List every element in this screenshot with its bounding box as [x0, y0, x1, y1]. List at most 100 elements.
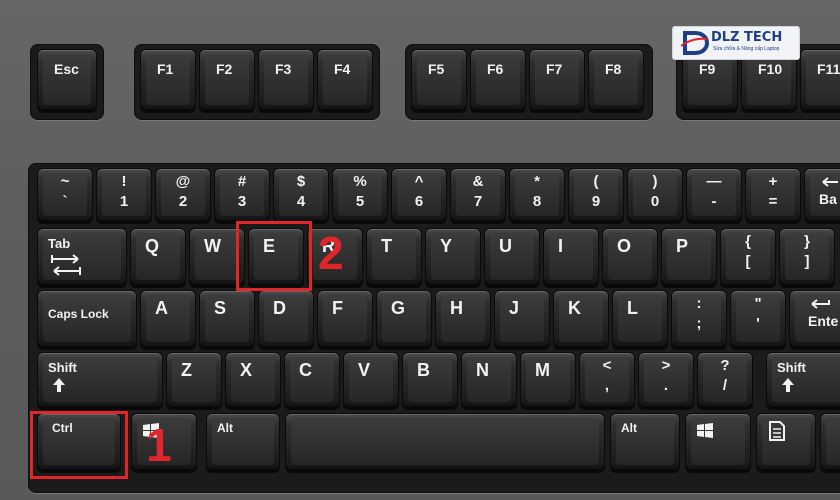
- key-8[interactable]: * 8: [509, 168, 565, 224]
- key-2[interactable]: @2: [155, 168, 211, 224]
- key-w-label: W: [204, 236, 221, 256]
- key-k-label: K: [568, 298, 581, 318]
- key-period-top: >: [661, 357, 671, 374]
- key-slash[interactable]: ? /: [697, 352, 753, 410]
- key-q[interactable]: Q: [130, 228, 186, 288]
- key-i[interactable]: I: [543, 228, 599, 288]
- key-g[interactable]: G: [376, 290, 432, 350]
- key-p[interactable]: P: [661, 228, 717, 288]
- key-esc[interactable]: Esc: [37, 49, 97, 113]
- key-z[interactable]: Z: [166, 352, 222, 410]
- key-a[interactable]: A: [140, 290, 196, 350]
- key-equals[interactable]: + =: [745, 168, 801, 224]
- key-8-top: *: [534, 173, 540, 190]
- key-v[interactable]: V: [343, 352, 399, 410]
- key-f4[interactable]: F4: [317, 49, 373, 113]
- key-0[interactable]: ) 0: [627, 168, 683, 224]
- logo-brand-text: DLZ TECH: [711, 30, 783, 45]
- key-left-shift-label: Shift: [48, 360, 77, 375]
- key-f6-label: F6: [487, 61, 504, 77]
- key-f11[interactable]: F11: [800, 49, 840, 113]
- key-6[interactable]: ^ 6: [391, 168, 447, 224]
- key-o[interactable]: O: [602, 228, 658, 288]
- key-right-ctrl[interactable]: [820, 413, 840, 473]
- key-j-label: J: [509, 298, 520, 318]
- key-backspace[interactable]: Ba: [804, 168, 840, 224]
- key-f[interactable]: F: [317, 290, 373, 350]
- key-c-label: C: [299, 360, 312, 380]
- key-f8[interactable]: F8: [588, 49, 644, 113]
- key-rbracket[interactable]: }]: [779, 228, 835, 288]
- key-space[interactable]: [285, 413, 605, 473]
- logo-tagline: Sửa chữa & Nâng cấp Laptop: [713, 46, 780, 52]
- key-right-shift-label: Shift: [777, 360, 806, 375]
- key-period[interactable]: >.: [638, 352, 694, 410]
- key-q-label: Q: [145, 236, 160, 256]
- key-u[interactable]: U: [484, 228, 540, 288]
- key-equals-bottom: =: [768, 193, 778, 210]
- key-comma[interactable]: <,: [579, 352, 635, 410]
- key-v-label: V: [358, 360, 371, 380]
- key-f11-label: F11: [817, 61, 840, 77]
- key-quote[interactable]: " ': [730, 290, 786, 350]
- key-h-label: H: [450, 298, 463, 318]
- key-b[interactable]: B: [402, 352, 458, 410]
- key-f1[interactable]: F1: [140, 49, 196, 113]
- key-f5[interactable]: F5: [411, 49, 467, 113]
- key-t[interactable]: T: [366, 228, 422, 288]
- key-semicolon-top: :: [696, 295, 702, 312]
- key-3[interactable]: #3: [214, 168, 270, 224]
- key-1[interactable]: ! 1: [96, 168, 152, 224]
- menu-icon: [769, 421, 785, 441]
- key-5[interactable]: % 5: [332, 168, 388, 224]
- key-tab[interactable]: Tab: [37, 228, 127, 288]
- key-k[interactable]: K: [553, 290, 609, 350]
- key-f7[interactable]: F7: [529, 49, 585, 113]
- key-right-shift[interactable]: Shift: [766, 352, 840, 410]
- key-4[interactable]: $4: [273, 168, 329, 224]
- key-right-windows[interactable]: [685, 413, 751, 473]
- key-f6[interactable]: F6: [470, 49, 526, 113]
- key-l[interactable]: L: [612, 290, 668, 350]
- key-7[interactable]: & 7: [450, 168, 506, 224]
- key-left-alt-label: Alt: [217, 421, 233, 435]
- key-f2[interactable]: F2: [199, 49, 255, 113]
- key-1-top: !: [121, 173, 127, 190]
- key-9[interactable]: (9: [568, 168, 624, 224]
- key-c[interactable]: C: [284, 352, 340, 410]
- key-semicolon[interactable]: :;: [671, 290, 727, 350]
- key-minus-top: —: [706, 173, 722, 190]
- key-s[interactable]: S: [199, 290, 255, 350]
- key-t-label: T: [381, 236, 392, 256]
- key-enter-label: Ente: [808, 313, 839, 329]
- key-f8-label: F8: [605, 61, 622, 77]
- key-left-shift[interactable]: Shift: [37, 352, 163, 410]
- key-equals-top: +: [768, 173, 778, 190]
- key-caps-lock[interactable]: Caps Lock: [37, 290, 137, 350]
- key-f7-label: F7: [546, 61, 563, 77]
- enter-arrow-icon: [811, 299, 830, 309]
- key-x[interactable]: X: [225, 352, 281, 410]
- key-slash-bottom: /: [722, 377, 728, 394]
- key-lbracket[interactable]: {[: [720, 228, 776, 288]
- key-9-bottom: 9: [591, 193, 601, 210]
- key-m[interactable]: M: [520, 352, 576, 410]
- key-h[interactable]: H: [435, 290, 491, 350]
- key-minus[interactable]: — -: [686, 168, 742, 224]
- key-left-alt[interactable]: Alt: [206, 413, 280, 473]
- key-tilde[interactable]: ~ `: [37, 168, 93, 224]
- key-d[interactable]: D: [258, 290, 314, 350]
- key-y[interactable]: Y: [425, 228, 481, 288]
- key-rbracket-top: }: [804, 233, 810, 250]
- key-1-bottom: 1: [119, 193, 129, 210]
- key-n[interactable]: N: [461, 352, 517, 410]
- key-b-label: B: [417, 360, 430, 380]
- key-j[interactable]: J: [494, 290, 550, 350]
- shift-arrow-icon: [53, 378, 65, 392]
- key-2-bottom: 2: [178, 193, 188, 210]
- key-right-alt[interactable]: Alt: [610, 413, 680, 473]
- key-f3[interactable]: F3: [258, 49, 314, 113]
- key-enter[interactable]: Ente: [789, 290, 840, 350]
- key-menu[interactable]: [756, 413, 816, 473]
- key-quote-bottom: ': [756, 315, 760, 332]
